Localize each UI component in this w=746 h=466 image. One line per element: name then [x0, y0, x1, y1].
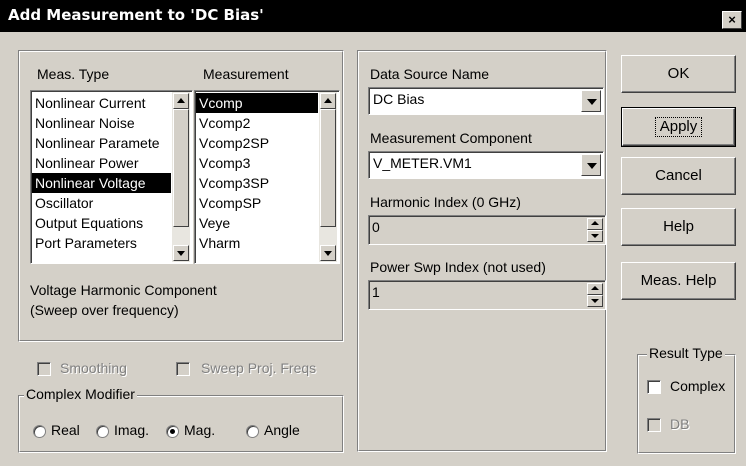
- db-checkbox[interactable]: [647, 418, 661, 432]
- list-item[interactable]: Vcomp3: [196, 153, 318, 173]
- list-item[interactable]: Vharm: [196, 233, 318, 253]
- scroll-thumb[interactable]: [320, 109, 336, 227]
- arrow-down-icon: [591, 234, 599, 238]
- meas-help-button[interactable]: Meas. Help: [621, 262, 736, 300]
- sweep-proj-freqs-checkbox[interactable]: [176, 362, 190, 376]
- meas-help-button-label: Meas. Help: [640, 272, 717, 289]
- apply-button[interactable]: Apply: [621, 107, 736, 147]
- cancel-button[interactable]: Cancel: [621, 157, 736, 195]
- apply-button-label: Apply: [654, 117, 703, 137]
- complex-checkbox[interactable]: [647, 380, 661, 394]
- list-item[interactable]: Nonlinear Paramete: [32, 133, 171, 153]
- list-item[interactable]: Nonlinear Voltage: [32, 173, 171, 193]
- component-value: V_METER.VM1: [373, 155, 472, 171]
- meas-type-list[interactable]: Nonlinear Current Nonlinear Noise Nonlinea…: [30, 90, 193, 264]
- list-item[interactable]: Nonlinear Noise: [32, 113, 171, 133]
- help-button[interactable]: Help: [621, 208, 736, 246]
- ok-button[interactable]: OK: [621, 55, 736, 93]
- list-item[interactable]: Veye: [196, 213, 318, 233]
- radio-label-mag: Mag.: [184, 422, 216, 438]
- dialog-window: Add Measurement to 'DC Bias' × Meas. Typ…: [0, 0, 746, 466]
- scroll-down-button[interactable]: [173, 245, 189, 261]
- complex-label: Complex: [670, 378, 726, 394]
- list-item[interactable]: Nonlinear Power: [32, 153, 171, 173]
- data-source-value: DC Bias: [373, 91, 425, 107]
- power-swp-index-value: 1: [372, 284, 380, 300]
- data-source-combo[interactable]: DC Bias: [368, 87, 604, 115]
- spin-up-button[interactable]: [587, 283, 603, 295]
- spin-down-button[interactable]: [587, 295, 603, 307]
- chevron-down-icon: [587, 99, 597, 105]
- measurement-header: Measurement: [203, 66, 289, 82]
- list-item[interactable]: Output Equations: [32, 213, 171, 233]
- list-item[interactable]: Port Parameters: [32, 233, 171, 253]
- radio-label-angle: Angle: [264, 422, 300, 438]
- measurement-scrollbar[interactable]: [319, 92, 337, 262]
- harmonic-index-value: 0: [372, 219, 380, 235]
- arrow-up-icon: [324, 98, 332, 103]
- cancel-button-label: Cancel: [655, 167, 702, 184]
- close-button[interactable]: ×: [722, 11, 742, 29]
- measurement-list[interactable]: Vcomp Vcomp2 Vcomp2SP Vcomp3 Vcomp3SP VcompSP…: [194, 90, 340, 264]
- arrow-up-icon: [591, 286, 599, 290]
- list-item[interactable]: Nonlinear Current: [32, 93, 171, 113]
- dropdown-button[interactable]: [581, 90, 601, 112]
- sweep-proj-freqs-label: Sweep Proj. Freqs: [201, 360, 317, 376]
- ok-button-label: OK: [667, 65, 690, 82]
- radio-angle[interactable]: [246, 425, 259, 438]
- scroll-up-button[interactable]: [320, 93, 336, 109]
- complex-modifier-legend: Complex Modifier: [24, 386, 137, 402]
- list-item[interactable]: Oscillator: [32, 193, 171, 213]
- result-type-group: [637, 354, 736, 454]
- arrow-down-icon: [177, 251, 185, 256]
- description-line-1: Voltage Harmonic Component: [30, 282, 217, 298]
- title-bar[interactable]: Add Measurement to 'DC Bias' ×: [0, 0, 746, 32]
- radio-label-real: Real: [51, 422, 80, 438]
- spin-up-button[interactable]: [587, 218, 603, 230]
- help-button-label: Help: [663, 218, 694, 235]
- dialog-title: Add Measurement to 'DC Bias': [8, 6, 264, 24]
- harmonic-index-spinner[interactable]: 0: [368, 215, 606, 245]
- power-swp-index-label: Power Swp Index (not used): [370, 259, 546, 275]
- scroll-up-button[interactable]: [173, 93, 189, 109]
- component-label: Measurement Component: [370, 130, 532, 146]
- smoothing-checkbox[interactable]: [37, 362, 51, 376]
- chevron-down-icon: [587, 163, 597, 169]
- radio-mag[interactable]: [166, 425, 179, 438]
- arrow-up-icon: [591, 221, 599, 225]
- spin-down-button[interactable]: [587, 230, 603, 242]
- db-label: DB: [670, 416, 690, 432]
- radio-imag[interactable]: [96, 425, 109, 438]
- power-swp-index-spinner[interactable]: 1: [368, 280, 606, 310]
- component-combo[interactable]: V_METER.VM1: [368, 151, 604, 179]
- scroll-thumb[interactable]: [173, 109, 189, 227]
- radio-real[interactable]: [33, 425, 46, 438]
- description-line-2: (Sweep over frequency): [30, 302, 179, 318]
- data-source-label: Data Source Name: [370, 66, 490, 82]
- list-item[interactable]: Vcomp2SP: [196, 133, 318, 153]
- radio-label-imag: Imag.: [114, 422, 150, 438]
- result-type-legend: Result Type: [647, 345, 725, 361]
- arrow-down-icon: [591, 299, 599, 303]
- meas-type-header: Meas. Type: [37, 66, 110, 82]
- list-item[interactable]: Vcomp2: [196, 113, 318, 133]
- meas-type-scrollbar[interactable]: [172, 92, 190, 262]
- harmonic-index-label: Harmonic Index (0 GHz): [370, 194, 521, 210]
- smoothing-label: Smoothing: [60, 360, 127, 376]
- arrow-up-icon: [177, 98, 185, 103]
- list-item[interactable]: Vcomp3SP: [196, 173, 318, 193]
- scroll-down-button[interactable]: [320, 245, 336, 261]
- list-item[interactable]: Vcomp: [196, 93, 318, 113]
- dropdown-button[interactable]: [581, 154, 601, 176]
- list-item[interactable]: VcompSP: [196, 193, 318, 213]
- arrow-down-icon: [324, 251, 332, 256]
